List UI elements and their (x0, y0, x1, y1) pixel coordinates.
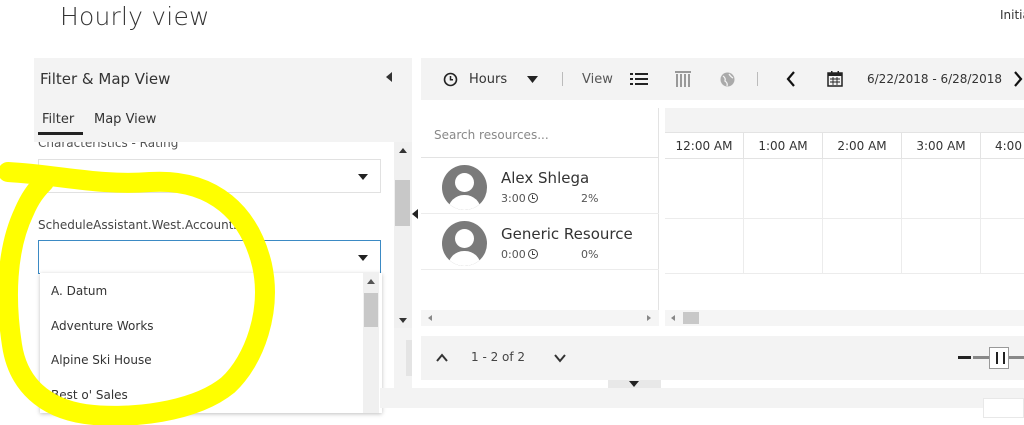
dropdown-scrollbar[interactable] (363, 273, 379, 413)
clock-icon (528, 249, 538, 259)
zoom-out-icon[interactable] (958, 356, 971, 359)
filter-panel-header: Filter & Map View (34, 58, 412, 100)
page-title: Hourly view (60, 2, 210, 31)
dropdown-option[interactable]: Adventure Works (51, 319, 154, 333)
map-button[interactable] (720, 58, 735, 100)
scroll-left-icon[interactable] (428, 315, 432, 321)
grid-divider (743, 159, 744, 273)
hour-header: 12:00 AM (665, 133, 744, 159)
list-view-icon (630, 73, 648, 85)
chevron-down-icon (358, 255, 368, 261)
schedule-grid: 12:00 AM 1:00 AM 2:00 AM 3:00 AM 4:00 (665, 108, 1024, 326)
toolbar-separator (562, 72, 563, 86)
resource-utilization: 0% (581, 248, 599, 261)
toolbar-separator (757, 72, 758, 86)
scroll-left-icon[interactable] (671, 315, 675, 321)
hour-header: 1:00 AM (744, 133, 823, 159)
resource-name: Alex Shlega (501, 169, 590, 187)
gantt-view-icon (675, 71, 691, 87)
chevron-left-icon (786, 71, 795, 87)
resource-row[interactable]: Alex Shlega 3:00 2% (421, 159, 659, 214)
resource-hours: 3:00 (501, 192, 526, 205)
hours-dropdown[interactable] (527, 58, 538, 100)
filter-panel-title: Filter & Map View (40, 70, 171, 88)
grid-divider (980, 159, 981, 273)
pager-count: 1 - 2 of 2 (471, 350, 526, 364)
grid-row-divider (665, 218, 1024, 219)
user-initials[interactable]: Initia (1000, 8, 1024, 22)
tab-filter[interactable]: Filter (42, 112, 74, 127)
grid-row-divider (665, 273, 1024, 274)
search-resources-box[interactable]: Search resources... (421, 108, 659, 158)
scroll-right-icon[interactable] (647, 315, 651, 321)
hours-button[interactable]: Hours (443, 58, 507, 100)
scroll-up-icon[interactable] (399, 148, 407, 153)
collapse-panel-icon[interactable] (386, 72, 392, 82)
chevron-up-icon[interactable] (436, 352, 448, 364)
dropdown-option[interactable]: A. Datum (51, 284, 107, 298)
characteristics-rating-label: Characteristics - Rating (38, 142, 179, 150)
details-pane-corner (983, 398, 1024, 418)
avatar (442, 221, 487, 266)
globe-icon (720, 72, 735, 86)
grid-divider (822, 159, 823, 273)
date-range[interactable]: 6/22/2018 - 6/28/2018 (867, 58, 1002, 100)
hour-header: 2:00 AM (823, 133, 902, 159)
grid-date-band (665, 108, 1024, 133)
tab-map-view[interactable]: Map View (94, 112, 156, 127)
hour-header-row: 12:00 AM 1:00 AM 2:00 AM 3:00 AM 4:00 (665, 133, 1024, 159)
avatar (442, 165, 487, 210)
view-label: View (582, 71, 613, 87)
pager-bar: 1 - 2 of 2 (421, 336, 1024, 380)
resource-hours: 0:00 (501, 248, 526, 261)
scroll-up-icon[interactable] (367, 279, 375, 284)
accounts-dropdown[interactable] (38, 240, 381, 274)
characteristics-rating-dropdown[interactable] (38, 159, 381, 193)
caret-down-icon[interactable] (629, 381, 639, 387)
grid-hscrollbar[interactable] (665, 310, 1024, 326)
accounts-dropdown-list: A. Datum Adventure Works Alpine Ski Hous… (40, 273, 382, 413)
panel-footer-block (406, 340, 412, 376)
clock-icon (443, 72, 458, 86)
list-view-button[interactable] (630, 58, 648, 100)
resource-row[interactable]: Generic Resource 0:00 0% (421, 215, 659, 270)
scroll-thumb[interactable] (395, 180, 410, 226)
chevron-right-icon (1014, 71, 1023, 87)
dropdown-option[interactable]: Best o' Sales (51, 388, 128, 402)
scroll-down-icon[interactable] (399, 318, 407, 323)
clock-icon (528, 193, 538, 203)
next-period-button[interactable] (1013, 58, 1023, 100)
grid-divider (901, 159, 902, 273)
gantt-view-button[interactable] (675, 58, 691, 100)
filter-scrollbar[interactable] (394, 142, 412, 328)
caret-down-icon (527, 75, 538, 83)
resource-utilization: 2% (581, 192, 599, 205)
filter-tabs: Filter Map View (34, 108, 412, 136)
schedule-toolbar: Hours View 6/22/2018 - 6/28/2018 (421, 58, 1024, 100)
calendar-button[interactable] (827, 58, 843, 100)
chevron-down-icon (358, 174, 368, 180)
zoom-slider-handle[interactable] (989, 347, 1009, 369)
scroll-thumb[interactable] (683, 312, 699, 324)
previous-period-button[interactable] (786, 58, 796, 100)
scroll-thumb[interactable] (364, 293, 378, 327)
hour-header: 3:00 AM (902, 133, 981, 159)
resource-hscrollbar[interactable] (421, 310, 659, 326)
resource-name: Generic Resource (501, 225, 633, 243)
hour-header: 4:00 (995, 139, 1022, 153)
details-pane-strip (380, 388, 1024, 408)
splitter-toggle-icon[interactable] (412, 209, 418, 219)
calendar-icon (827, 71, 843, 87)
accounts-field-label: ScheduleAssistant.West.Accounts (38, 218, 240, 232)
hours-label: Hours (469, 71, 508, 87)
dropdown-option[interactable]: Alpine Ski House (51, 353, 152, 367)
active-tab-indicator (38, 132, 83, 135)
search-input[interactable]: Search resources... (434, 128, 549, 142)
chevron-down-icon[interactable] (554, 352, 566, 364)
resource-list: Search resources... Alex Shlega 3:00 2% … (421, 108, 659, 326)
